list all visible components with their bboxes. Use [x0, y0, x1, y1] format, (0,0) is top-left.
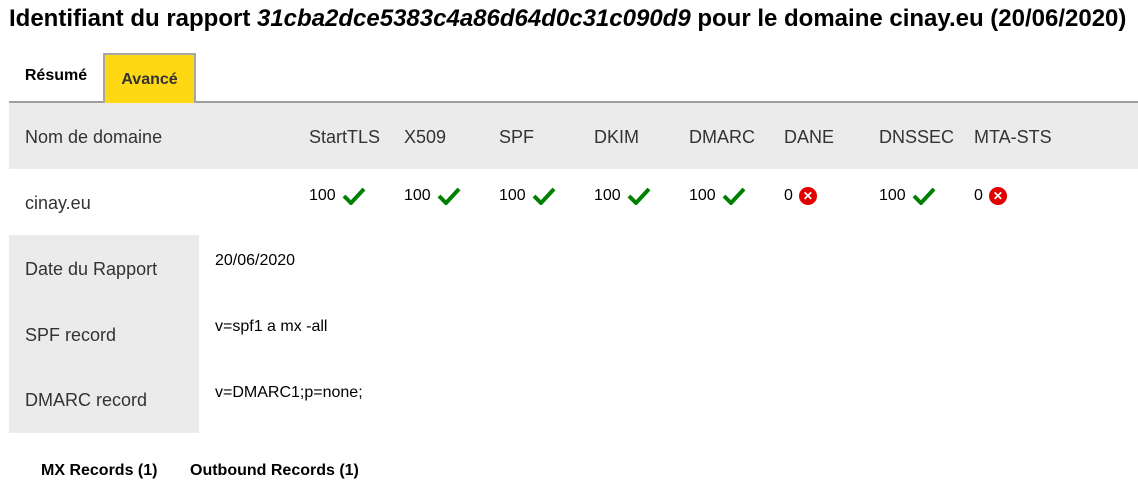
score-value: 100 — [309, 187, 336, 204]
page-title: Identifiant du rapport 31cba2dce5383c4a8… — [9, 4, 1126, 34]
report-id: 31cba2dce5383c4a86d64d0c31c090d9 — [256, 5, 691, 32]
score-value: 100 — [499, 187, 526, 204]
header-domain: Nom de domaine — [25, 127, 163, 147]
score-value: 0 — [974, 187, 983, 204]
header-dnssec: DNSSEC — [879, 127, 955, 147]
table-header: Nom de domaine StartTLS X509 SPF DKIM DM… — [9, 103, 1138, 169]
domain-name: cinay.eu — [25, 193, 91, 213]
score-dmarc: 100 — [689, 187, 746, 205]
value-report-date: 20/06/2020 — [215, 252, 296, 269]
score-dnssec: 100 — [879, 187, 936, 205]
label-report-date: Date du Rapport — [25, 259, 158, 279]
label-spf-record: SPF record — [25, 325, 117, 345]
title-prefix: Identifiant du rapport — [9, 5, 257, 32]
check-icon — [437, 187, 461, 205]
score-spf: 100 — [499, 187, 556, 205]
score-value: 100 — [879, 187, 906, 204]
details-label-column: Date du Rapport SPF record DMARC record — [9, 235, 199, 433]
check-icon — [342, 187, 366, 205]
header-spf: SPF — [499, 127, 535, 147]
header-dane: DANE — [784, 127, 835, 147]
header-x509: X509 — [404, 127, 447, 147]
check-icon — [722, 187, 746, 205]
score-value: 100 — [689, 187, 716, 204]
header-dkim: DKIM — [594, 127, 639, 147]
tab-resume[interactable]: Résumé — [9, 53, 103, 101]
check-icon — [532, 187, 556, 205]
tab-bar: Résumé Avancé — [9, 53, 1138, 103]
score-value: 100 — [404, 187, 431, 204]
tab-outbound-records[interactable]: Outbound Records (1) — [190, 462, 359, 480]
header-mta-sts: MTA-STS — [974, 127, 1052, 147]
score-starttls: 100 — [309, 187, 366, 205]
cross-icon: ✕ — [798, 187, 817, 205]
score-mta-sts: 0 ✕ — [974, 187, 1007, 205]
value-dmarc-record: v=DMARC1;p=none; — [215, 384, 363, 401]
cross-icon: ✕ — [988, 187, 1007, 205]
score-value: 0 — [784, 187, 793, 204]
score-x509: 100 — [404, 187, 461, 205]
score-dane: 0 ✕ — [784, 187, 817, 205]
value-spf-record: v=spf1 a mx -all — [215, 318, 328, 335]
tab-mx-records[interactable]: MX Records (1) — [41, 462, 157, 480]
check-icon — [627, 187, 651, 205]
label-dmarc-record: DMARC record — [25, 390, 148, 410]
header-starttls: StartTLS — [309, 127, 381, 147]
tab-avance[interactable]: Avancé — [103, 53, 196, 103]
check-icon — [912, 187, 936, 205]
header-dmarc: DMARC — [689, 127, 755, 147]
title-suffix: pour le domaine cinay.eu (20/06/2020) — [690, 5, 1127, 32]
score-dkim: 100 — [594, 187, 651, 205]
table-row: cinay.eu 100 100 100 100 100 0 ✕ 100 0 ✕ — [9, 169, 1138, 235]
score-value: 100 — [594, 187, 621, 204]
